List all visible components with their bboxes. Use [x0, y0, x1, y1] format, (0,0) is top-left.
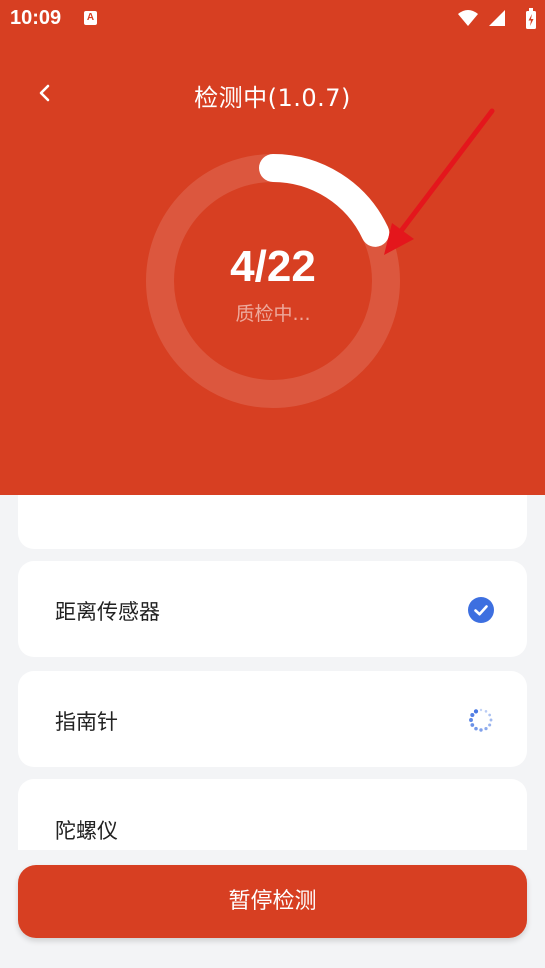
pause-detection-button[interactable]: 暂停检测: [18, 865, 527, 938]
status-bar: 10:09 A: [0, 0, 545, 36]
loading-spinner-icon: [469, 708, 493, 732]
wifi-icon: [458, 10, 478, 26]
signal-icon: [489, 10, 505, 26]
check-item-card: 指南针: [18, 671, 527, 767]
progress-arc: [259, 154, 390, 247]
check-item-card: [18, 495, 527, 549]
status-time: 10:09: [10, 7, 62, 29]
battery-icon: [526, 8, 536, 29]
check-item-list[interactable]: 距离传感器 指南针 陀螺仪: [0, 495, 545, 865]
check-item-card: 距离传感器: [18, 561, 527, 657]
notification-app-icon: A: [84, 11, 97, 25]
check-item-label: 陀螺仪: [55, 819, 118, 843]
check-circle-icon: [468, 597, 494, 623]
progress-status-text: 质检中...: [235, 303, 311, 325]
check-item-label: 指南针: [55, 710, 118, 734]
check-item-label: 距离传感器: [55, 600, 160, 624]
progress-count: 4/22: [230, 242, 316, 291]
page-title: 检测中(1.0.7): [194, 84, 351, 112]
